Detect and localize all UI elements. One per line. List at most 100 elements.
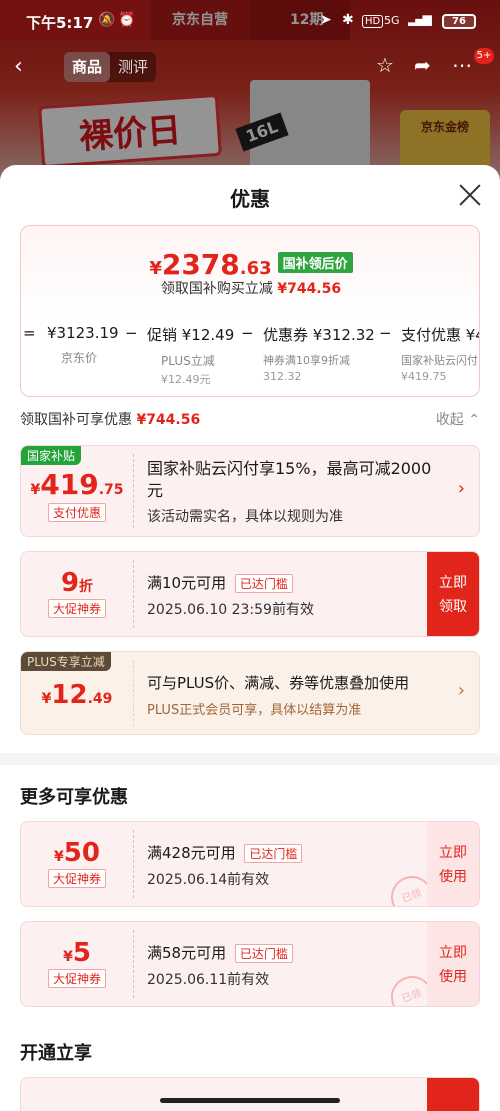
breakdown-value: 促销 ¥12.49: [147, 326, 235, 344]
coupon-expiry: 2025.06.10 23:59前有效: [147, 602, 314, 618]
coupon-divider: [133, 560, 134, 628]
coupon-detail: 国家补贴云闪付享15%，最高可减2000元 该活动需实名，具体以规则为准: [147, 458, 447, 526]
subsidy-summary-label: 领取国补可享优惠: [20, 412, 132, 428]
coupon-title: 可与PLUS价、满减、券等优惠叠加使用: [147, 674, 410, 692]
close-icon[interactable]: [456, 181, 484, 209]
claim-button-line1: 立即: [439, 575, 467, 591]
status-bar: 下午5:17 🔕 ⏰ ➤ ✱ HD 5G ▂▄▆ 76: [0, 0, 500, 42]
coupon-amount-block: ¥5 大促神券: [21, 922, 133, 1006]
subsidy-summary-amount: ¥744.56: [136, 412, 201, 428]
coupon-currency: ¥: [41, 691, 52, 707]
coupon-divider: [133, 830, 134, 898]
mute-icon: 🔕: [98, 12, 116, 28]
use-coupon-button[interactable]: 立即 使用: [427, 922, 479, 1006]
breakdown-label: PLUS立减: [161, 354, 215, 368]
collapse-toggle[interactable]: 收起 ⌃: [436, 409, 480, 429]
favorite-star-icon[interactable]: ☆: [376, 53, 394, 77]
breakdown-label: 京东价: [61, 351, 98, 365]
coupon-national-subsidy[interactable]: 国家补贴 ¥419.75 支付优惠 国家补贴云闪付享15%，最高可减2000元 …: [20, 445, 480, 537]
alarm-icon: ⏰: [118, 12, 136, 28]
final-price: ¥2378.63 国补领后价: [21, 248, 479, 281]
coupon-description: PLUS正式会员可享，具体以结算为准: [147, 703, 362, 718]
breakdown-label: 神券满10享9折减: [263, 354, 350, 367]
coupon-5-off: ¥5 大促神券 满58元可用 已达门槛 2025.06.11前有效 已领 立即 …: [20, 921, 480, 1007]
breakdown-coupon: 优惠券 ¥312.32 神券满10享9折减 312.32: [263, 324, 375, 383]
membership-offer-card[interactable]: [20, 1077, 480, 1111]
coupon-currency: ¥: [63, 949, 73, 965]
coupon-detail: 满58元可用 已达门槛 2025.06.11前有效: [147, 942, 407, 989]
coupon-integer: 50: [63, 838, 100, 868]
threshold-reached-chip: 已达门槛: [234, 574, 293, 593]
coupon-amount: 9折: [21, 568, 133, 598]
coupon-discount-rate: 9折 大促神券 满10元可用 已达门槛 2025.06.10 23:59前有效 …: [20, 551, 480, 637]
breakdown-value: 支付优惠 ¥4: [401, 326, 480, 344]
coupon-detail: 满10元可用 已达门槛 2025.06.10 23:59前有效: [147, 572, 387, 619]
sheet-title: 优惠: [230, 187, 270, 211]
use-button-line1: 立即: [439, 945, 467, 961]
tab-review[interactable]: 测评: [110, 52, 156, 82]
coupon-integer: 9: [60, 568, 80, 598]
product-tabs: 商品 测评: [64, 52, 157, 82]
coupon-integer: 5: [72, 938, 91, 968]
coupon-detail: 满428元可用 已达门槛 2025.06.14前有效: [147, 842, 407, 889]
hd-icon: HD: [362, 15, 384, 28]
operator-minus: −: [379, 324, 392, 342]
message-count-badge: 5+: [474, 48, 494, 64]
use-button-line2: 使用: [439, 869, 467, 885]
chevron-right-icon[interactable]: ›: [458, 680, 465, 701]
big-promo-chip: 大促神券: [47, 969, 106, 988]
coupon-title: 满428元可用: [147, 844, 236, 862]
membership-offer-button[interactable]: [427, 1078, 479, 1111]
coupon-unit: 折: [79, 579, 94, 595]
coupon-title-row: 满10元可用 已达门槛: [147, 572, 387, 593]
subsidy-price-tag: 国补领后价: [277, 252, 353, 273]
more-menu-icon[interactable]: ⋯: [452, 53, 472, 77]
coupon-title: 满58元可用: [147, 944, 227, 962]
coupon-description: 该活动需实名，具体以规则为准: [147, 509, 343, 525]
home-indicator[interactable]: [160, 1098, 340, 1103]
use-coupon-button[interactable]: 立即 使用: [427, 822, 479, 906]
coupon-integer: 12: [51, 680, 88, 710]
share-icon[interactable]: ➦: [414, 53, 431, 77]
coupon-decimal: .49: [87, 691, 113, 707]
coupon-divider: [133, 454, 134, 528]
network-label: 5G: [384, 14, 400, 27]
breakdown-sub: ¥12.49元: [161, 373, 211, 386]
coupon-plus-discount[interactable]: PLUS专享立减 ¥12.49 可与PLUS价、满减、券等优惠叠加使用 PLUS…: [20, 651, 480, 735]
breakdown-jd-price: ¥3123.19 京东价: [47, 324, 119, 366]
price-integer: 2378: [161, 248, 240, 281]
final-price-card: ¥2378.63 国补领后价 领取国补购买立减 ¥744.56 = ¥3123.1…: [20, 225, 480, 397]
coupon-amount: ¥50: [21, 838, 133, 868]
coupon-title: 国家补贴云闪付享15%，最高可减2000元: [147, 459, 432, 500]
price-decimal: .63: [239, 258, 272, 279]
coupon-amount-block: ¥419.75 支付优惠: [21, 446, 133, 536]
coupon-expiry: 2025.06.14前有效: [147, 872, 270, 888]
breakdown-payment: 支付优惠 ¥4 国家补贴云闪付 ¥419.75: [401, 324, 480, 383]
chevron-right-icon[interactable]: ›: [458, 478, 465, 499]
threshold-reached-chip: 已达门槛: [244, 844, 303, 863]
battery-indicator: 76: [442, 14, 476, 29]
coupon-title-row: 满58元可用 已达门槛: [147, 942, 407, 963]
coupon-amount-block: 9折 大促神券: [21, 552, 133, 636]
big-promo-chip: 大促神券: [47, 869, 106, 888]
operator-equals: =: [23, 324, 36, 342]
price-subtext-amount: ¥744.56: [277, 281, 342, 297]
status-time: 下午5:17: [26, 14, 94, 32]
coupon-integer: 419: [40, 468, 99, 501]
coupon-title: 满10元可用: [147, 574, 227, 592]
product-top-nav: ‹ 商品 测评 ☆ ➦ ⋯ 5+: [0, 48, 500, 88]
claim-coupon-button[interactable]: 立即 领取: [427, 552, 479, 636]
claim-button-line2: 领取: [439, 599, 467, 615]
coupon-amount: ¥12.49: [21, 680, 133, 710]
threshold-reached-chip: 已达门槛: [234, 944, 293, 963]
big-promo-chip: 大促神券: [47, 599, 106, 618]
coupon-decimal: .75: [98, 482, 124, 498]
use-button-line1: 立即: [439, 845, 467, 861]
price-subtext-label: 领取国补购买立减: [160, 281, 273, 297]
back-arrow-icon[interactable]: ‹: [14, 54, 23, 79]
coupon-amount: ¥419.75: [21, 468, 133, 501]
tab-goods[interactable]: 商品: [64, 52, 111, 82]
coupon-amount-block: ¥50 大促神券: [21, 822, 133, 906]
coupon-divider: [133, 660, 134, 726]
coupon-expiry: 2025.06.11前有效: [147, 972, 270, 988]
